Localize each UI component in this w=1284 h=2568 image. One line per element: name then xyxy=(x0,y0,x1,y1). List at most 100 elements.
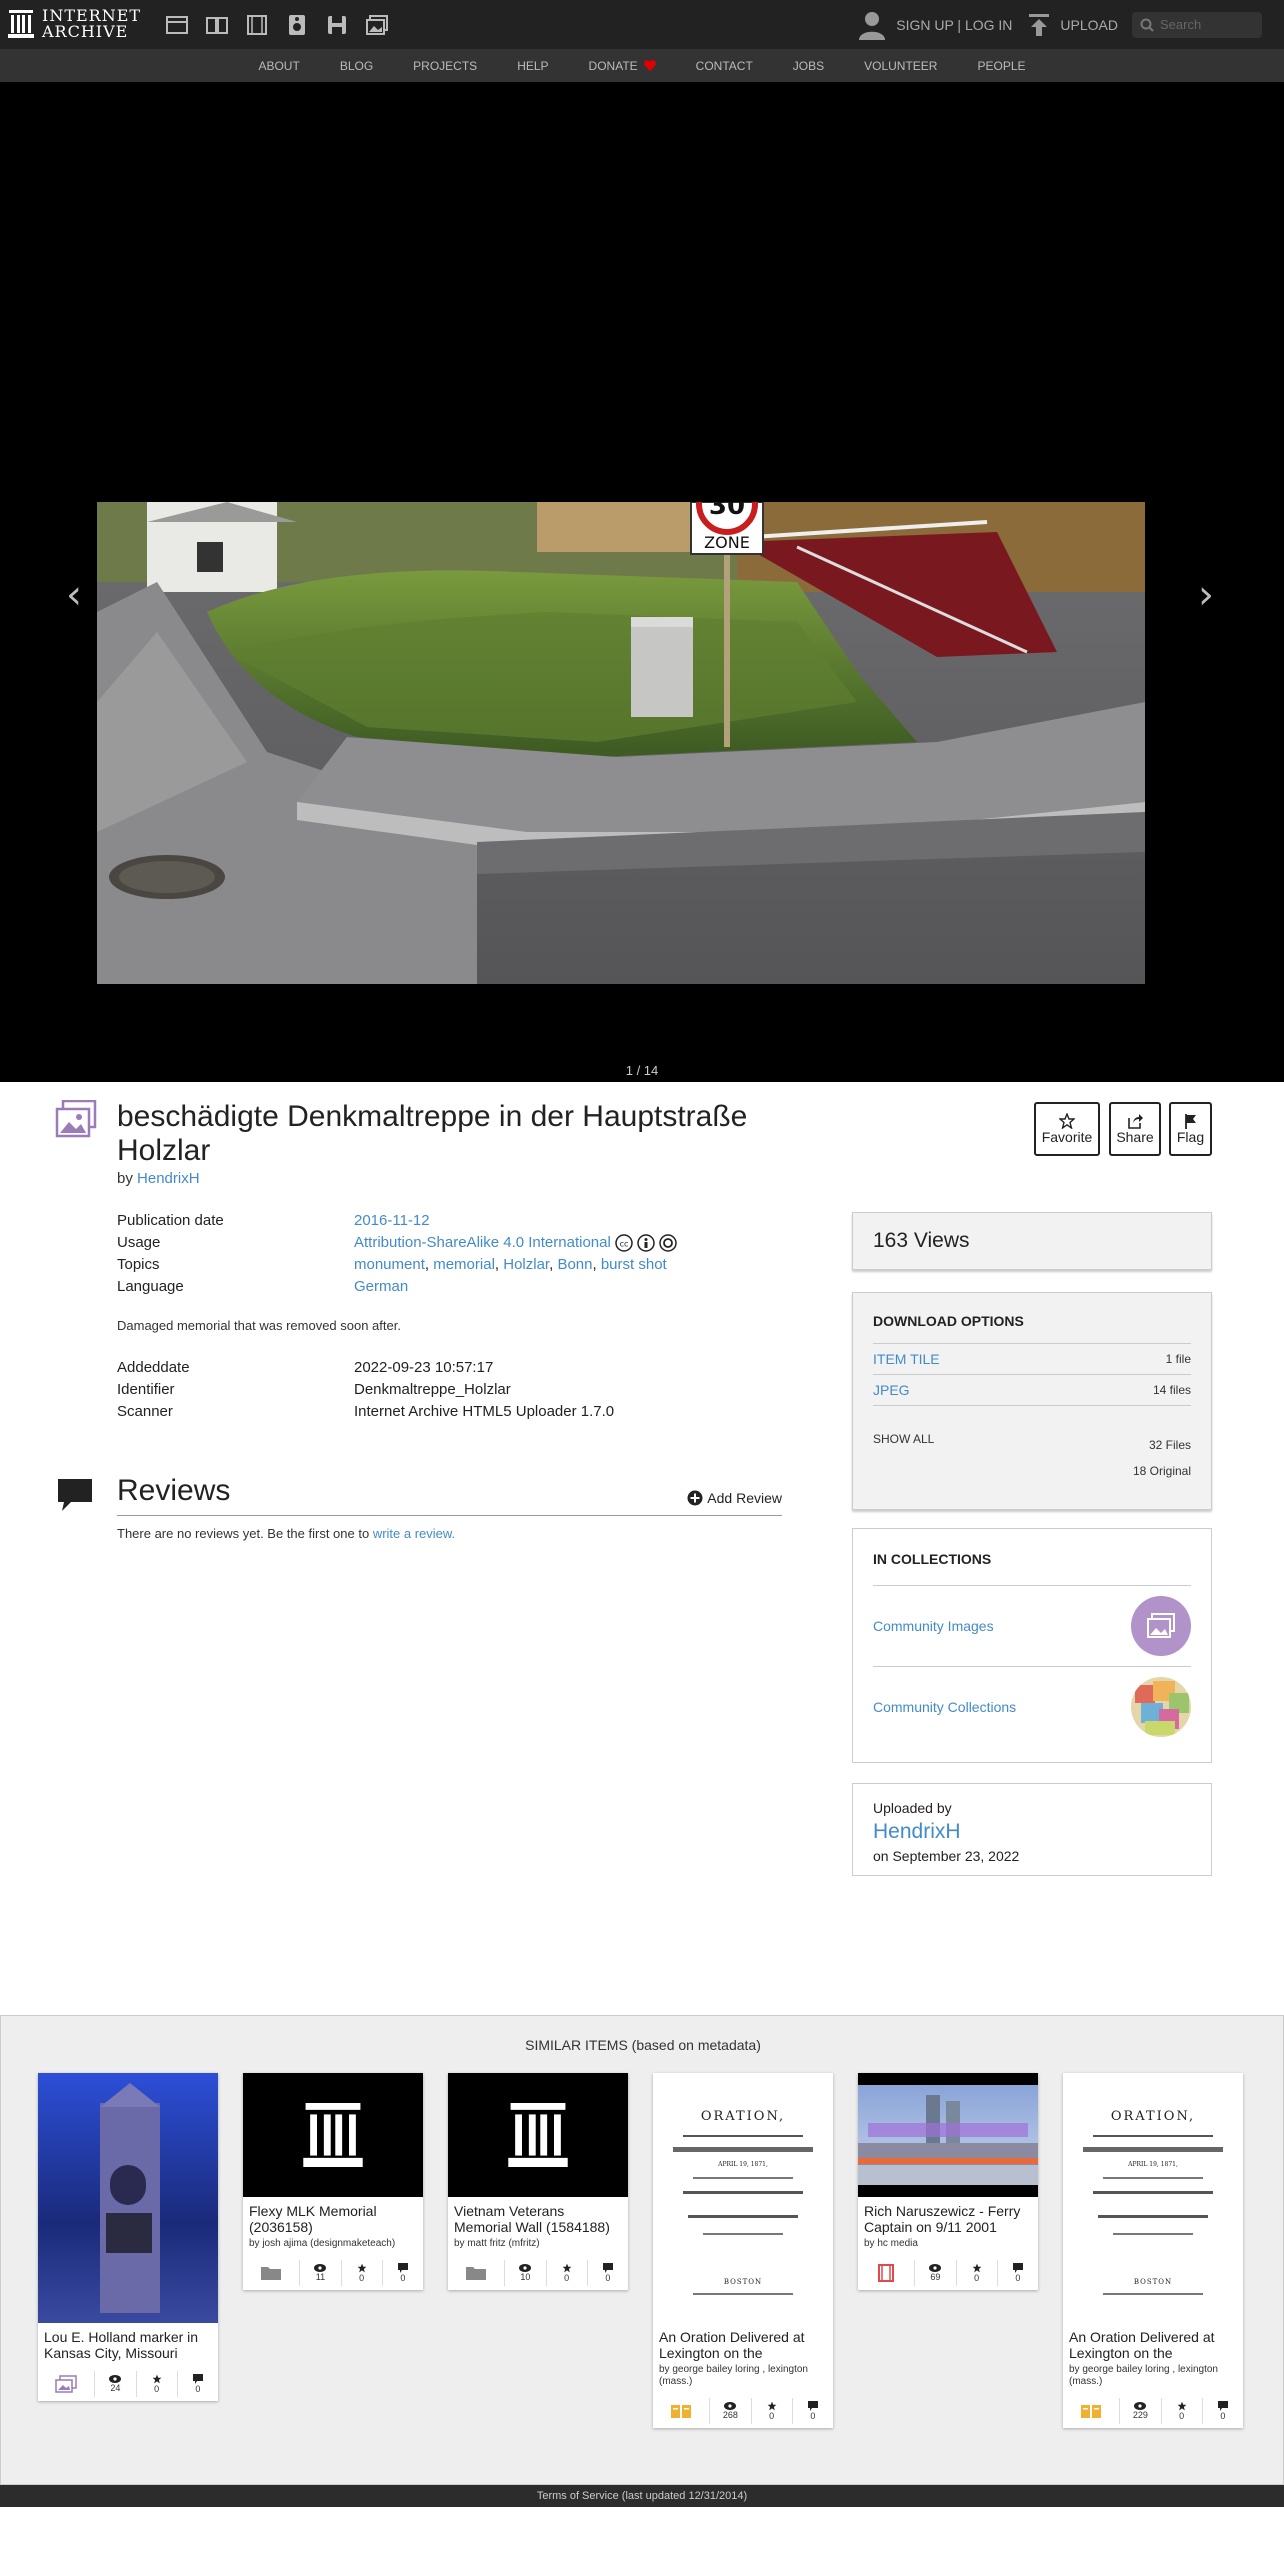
collection-item-community-collections[interactable]: Community Collections xyxy=(873,1666,1191,1747)
language-link[interactable]: German xyxy=(354,1278,408,1295)
terms-of-service-link[interactable]: Terms of Service (last updated 12/31/201… xyxy=(0,2485,1284,2507)
similar-item-tile[interactable]: Flexy MLK Memorial (2036158) by josh aji… xyxy=(243,2073,423,2290)
tile-thumbnail: ORATION, APRIL 19, 1871, BOSTON xyxy=(653,2073,833,2323)
similar-item-tile[interactable]: Rich Naruszewicz - Ferry Captain on 9/11… xyxy=(858,2073,1038,2290)
software-icon[interactable] xyxy=(325,13,349,37)
publication-date-link[interactable]: 2016-11-12 xyxy=(354,1212,430,1229)
similar-item-tile[interactable]: Vietnam Veterans Memorial Wall (1584188)… xyxy=(448,2073,628,2290)
sign-number: 30 xyxy=(709,502,745,521)
star-icon xyxy=(562,2263,572,2273)
community-collections-thumbnail[interactable] xyxy=(1131,1677,1191,1737)
download-option-count: 14 files xyxy=(1152,1383,1191,1397)
archive-building-icon xyxy=(303,2103,363,2167)
show-all-link[interactable]: SHOW ALL xyxy=(873,1432,934,1446)
download-option-jpeg[interactable]: JPEG 14 files xyxy=(873,1374,1191,1405)
collection-link[interactable]: Community Images xyxy=(873,1618,994,1634)
signup-login-label: SIGN UP | LOG IN xyxy=(896,16,1013,33)
share-button[interactable]: Share xyxy=(1109,1102,1161,1156)
topic-link[interactable]: Holzlar xyxy=(503,1256,549,1273)
collection-item-community-images[interactable]: Community Images xyxy=(873,1585,1191,1666)
attribution-icon xyxy=(637,1234,655,1252)
star-icon xyxy=(357,2263,367,2273)
community-images-thumbnail[interactable] xyxy=(1131,1596,1191,1656)
collection-link[interactable]: Community Collections xyxy=(873,1699,1016,1715)
collections-heading: IN COLLECTIONS xyxy=(873,1551,992,1567)
comment-icon xyxy=(1012,2263,1023,2273)
views-count: 268 xyxy=(722,2410,738,2420)
metadata-label: Identifier xyxy=(117,1381,175,1398)
oration-heading: ORATION, xyxy=(1110,2109,1196,2124)
eye-icon xyxy=(314,2264,327,2272)
similar-item-tile[interactable]: ORATION, APRIL 19, 1871, BOSTON An Orati… xyxy=(1063,2073,1243,2428)
archive-logo[interactable]: INTERNET ARCHIVE xyxy=(8,8,141,40)
metadata-label: Publication date xyxy=(117,1212,224,1229)
license-link[interactable]: Attribution-ShareAlike 4.0 International xyxy=(354,1232,611,1254)
nav-item-people[interactable]: PEOPLE xyxy=(977,59,1025,73)
favorite-button[interactable]: Favorite xyxy=(1034,1102,1100,1156)
metadata-label: Scanner xyxy=(117,1403,173,1420)
nav-item-blog[interactable]: BLOG xyxy=(340,59,373,73)
favorites-count: 0 xyxy=(564,2273,570,2283)
byline-prefix: by xyxy=(117,1170,133,1187)
uploader-link[interactable]: HendrixH xyxy=(873,1820,961,1843)
similar-item-tile[interactable]: Lou E. Holland marker in Kansas City, Mi… xyxy=(38,2073,218,2401)
eye-icon xyxy=(929,2264,942,2272)
nav-item-about[interactable]: ABOUT xyxy=(258,59,299,73)
tile-title: An Oration Delivered at Lexington on the xyxy=(1069,2329,1215,2361)
write-review-link[interactable]: write a review. xyxy=(373,1526,455,1541)
metadata-row-language: Language German xyxy=(117,1276,787,1298)
author-link[interactable]: HendrixH xyxy=(137,1170,200,1187)
page-counter: 1 / 14 xyxy=(625,1063,659,1078)
metadata-label: Addeddate xyxy=(117,1359,190,1376)
metadata-row-scanner: Scanner Internet Archive HTML5 Uploader … xyxy=(117,1401,787,1423)
views-count: 69 xyxy=(930,2272,941,2282)
topic-link[interactable]: memorial xyxy=(433,1256,495,1273)
nav-item-jobs[interactable]: JOBS xyxy=(793,59,824,73)
item-title: beschädigte Denkmaltreppe in der Hauptst… xyxy=(117,1100,748,1167)
topic-link[interactable]: monument xyxy=(354,1256,425,1273)
nav-item-volunteer[interactable]: VOLUNTEER xyxy=(864,59,937,73)
download-option-label[interactable]: ITEM TILE xyxy=(873,1351,940,1367)
download-option-label[interactable]: JPEG xyxy=(873,1382,910,1398)
nav-item-donate-label: DONATE xyxy=(588,58,638,73)
flag-button[interactable]: Flag xyxy=(1169,1102,1212,1156)
share-label: Share xyxy=(1116,1129,1154,1145)
download-option-item-tile[interactable]: ITEM TILE 1 file xyxy=(873,1343,1191,1374)
tile-stats: 69 0 0 xyxy=(858,2256,1038,2290)
tile-thumbnail xyxy=(243,2073,423,2197)
favorites-count: 0 xyxy=(769,2411,775,2421)
favorite-label: Favorite xyxy=(1041,1129,1093,1145)
add-review-button[interactable]: Add Review xyxy=(687,1490,782,1506)
tile-byline: by hc media xyxy=(864,2238,918,2249)
upload-link[interactable]: UPLOAD xyxy=(1028,13,1118,37)
web-icon[interactable] xyxy=(165,13,189,37)
flag-label: Flag xyxy=(1176,1129,1205,1145)
chevron-right-icon[interactable]: › xyxy=(1198,572,1214,618)
search-input[interactable]: Search xyxy=(1132,11,1262,38)
oration-city: BOSTON xyxy=(1133,2278,1173,2286)
tile-title: Rich Naruszewicz - Ferry Captain on 9/11… xyxy=(864,2203,1021,2235)
texts-icon[interactable] xyxy=(205,13,229,37)
audio-icon[interactable] xyxy=(285,13,309,37)
tile-stats: 24 0 0 xyxy=(38,2367,218,2401)
nav-item-help[interactable]: HELP xyxy=(517,59,548,73)
similar-item-tile[interactable]: ORATION, APRIL 19, 1871, BOSTON An Orati… xyxy=(653,2073,833,2428)
comment-icon xyxy=(602,2263,613,2273)
nav-item-contact[interactable]: CONTACT xyxy=(696,59,753,73)
video-icon[interactable] xyxy=(245,13,269,37)
tile-stats: 229 0 0 xyxy=(1063,2394,1243,2428)
nav-item-projects[interactable]: PROJECTS xyxy=(413,59,477,73)
film-icon xyxy=(858,2260,914,2286)
reviews-count: 0 xyxy=(810,2411,816,2421)
metadata-label: Topics xyxy=(117,1256,160,1273)
topic-link[interactable]: Bonn xyxy=(557,1256,592,1273)
download-option-count: 1 file xyxy=(1165,1352,1191,1366)
metadata-row-usage: Usage Attribution-ShareAlike 4.0 Interna… xyxy=(117,1232,787,1254)
chevron-left-icon[interactable]: ‹ xyxy=(66,572,82,618)
comment-icon xyxy=(192,2374,203,2384)
signup-login-link[interactable]: SIGN UP | LOG IN xyxy=(858,10,1012,40)
images-icon[interactable] xyxy=(365,13,389,37)
share-icon xyxy=(1128,1114,1143,1129)
topic-link[interactable]: burst shot xyxy=(601,1256,667,1273)
nav-item-donate[interactable]: DONATE xyxy=(589,59,656,73)
